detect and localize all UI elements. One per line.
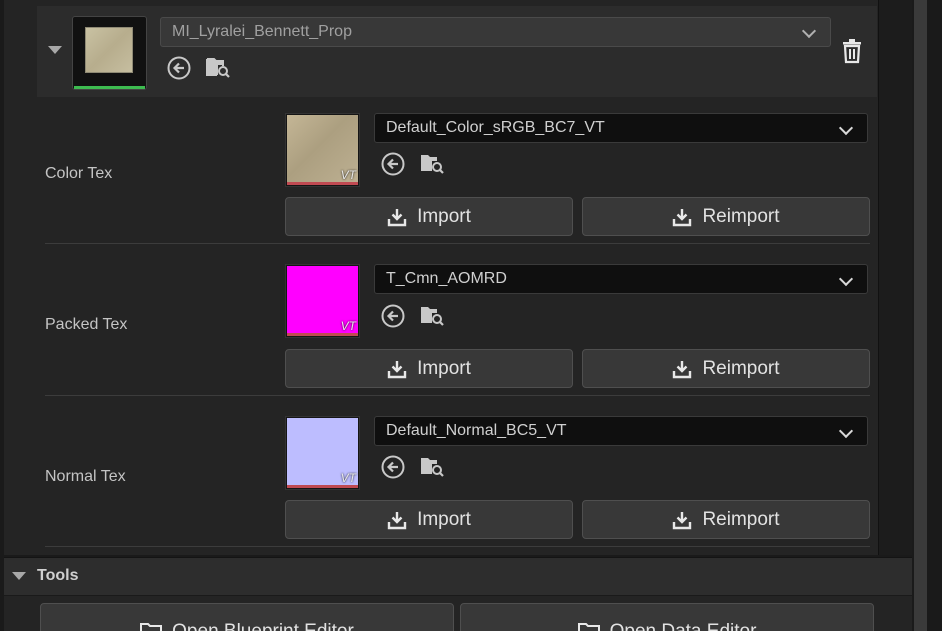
chevron-down-icon [838,271,854,287]
open-blueprint-editor-button[interactable]: Open Blueprint Editor [40,603,454,631]
row-label-color-tex: Color Tex [45,165,113,182]
material-thumbnail[interactable] [72,16,147,90]
import-label: Import [417,205,471,227]
row-label-normal-tex: Normal Tex [45,468,126,485]
material-asset-color-bar [74,86,145,89]
row-label-packed-tex: Packed Tex [45,316,128,333]
chevron-down-icon [838,423,854,439]
texture-asset-picker-packed[interactable]: T_Cmn_AOMRD [374,264,868,294]
download-tray-icon [673,511,692,529]
row-divider [45,243,870,244]
reimport-button[interactable]: Reimport [582,349,870,388]
folder-search-icon[interactable] [419,453,445,479]
texture-asset-color-bar [287,485,358,488]
material-preview [85,27,133,73]
texture-name: Default_Color_sRGB_BC7_VT [386,119,605,136]
reimport-button[interactable]: Reimport [582,500,870,539]
download-tray-icon [387,360,407,378]
reimport-label: Reimport [702,357,780,379]
chevron-down-icon [838,120,854,136]
reimport-label: Reimport [702,205,780,227]
reimport-label: Reimport [702,508,780,530]
panel-edge [927,0,942,631]
trash-icon[interactable] [840,38,864,64]
tool-button-label: Open Data Editor [610,621,757,631]
tools-section-header[interactable] [4,557,912,595]
texture-asset-picker-normal[interactable]: Default_Normal_BC5_VT [374,416,868,446]
download-tray-icon [673,208,692,226]
texture-thumbnail-color[interactable]: VT [285,113,360,187]
row-divider [45,546,870,547]
row-divider [45,395,870,396]
arrow-left-circle-icon[interactable] [380,454,406,480]
texture-thumbnail-normal[interactable]: VT [285,416,360,490]
chevron-down-icon [801,23,817,39]
import-label: Import [417,508,471,530]
material-name: MI_Lyralei_Bennett_Prop [172,23,352,40]
tool-button-label: Open Blueprint Editor [172,621,354,631]
download-tray-icon [673,360,692,378]
material-asset-picker[interactable]: MI_Lyralei_Bennett_Prop [160,17,831,47]
texture-name: Default_Normal_BC5_VT [386,422,567,439]
tools-section-title: Tools [37,567,79,584]
download-tray-icon [387,511,407,529]
arrow-left-circle-icon[interactable] [380,303,406,329]
texture-name: T_Cmn_AOMRD [386,270,507,287]
vt-badge: VT [340,319,356,333]
import-label: Import [417,357,471,379]
details-panel: MI_Lyralei_Bennett_Prop Color Tex VT Def… [0,0,942,631]
texture-asset-color-bar [287,182,358,185]
folder-search-icon[interactable] [205,54,231,80]
folder-search-icon[interactable] [419,150,445,176]
texture-asset-picker-color[interactable]: Default_Color_sRGB_BC7_VT [374,113,868,143]
arrow-left-circle-icon[interactable] [166,55,192,81]
reimport-button[interactable]: Reimport [582,197,870,236]
arrow-left-circle-icon[interactable] [380,151,406,177]
open-data-editor-button[interactable]: Open Data Editor [460,603,874,631]
folder-search-icon[interactable] [419,302,445,328]
texture-thumbnail-packed[interactable]: VT [285,264,360,338]
import-button[interactable]: Import [285,500,573,539]
folder-icon [140,623,163,631]
collapse-arrow-icon[interactable] [12,572,26,580]
right-gutter [878,0,912,555]
import-button[interactable]: Import [285,349,573,388]
download-tray-icon [387,208,407,226]
collapse-arrow-icon[interactable] [48,46,62,54]
folder-icon [577,623,600,631]
texture-asset-color-bar [287,333,358,336]
vt-badge: VT [340,168,356,182]
import-button[interactable]: Import [285,197,573,236]
scrollbar[interactable] [914,0,927,631]
vt-badge: VT [340,471,356,485]
